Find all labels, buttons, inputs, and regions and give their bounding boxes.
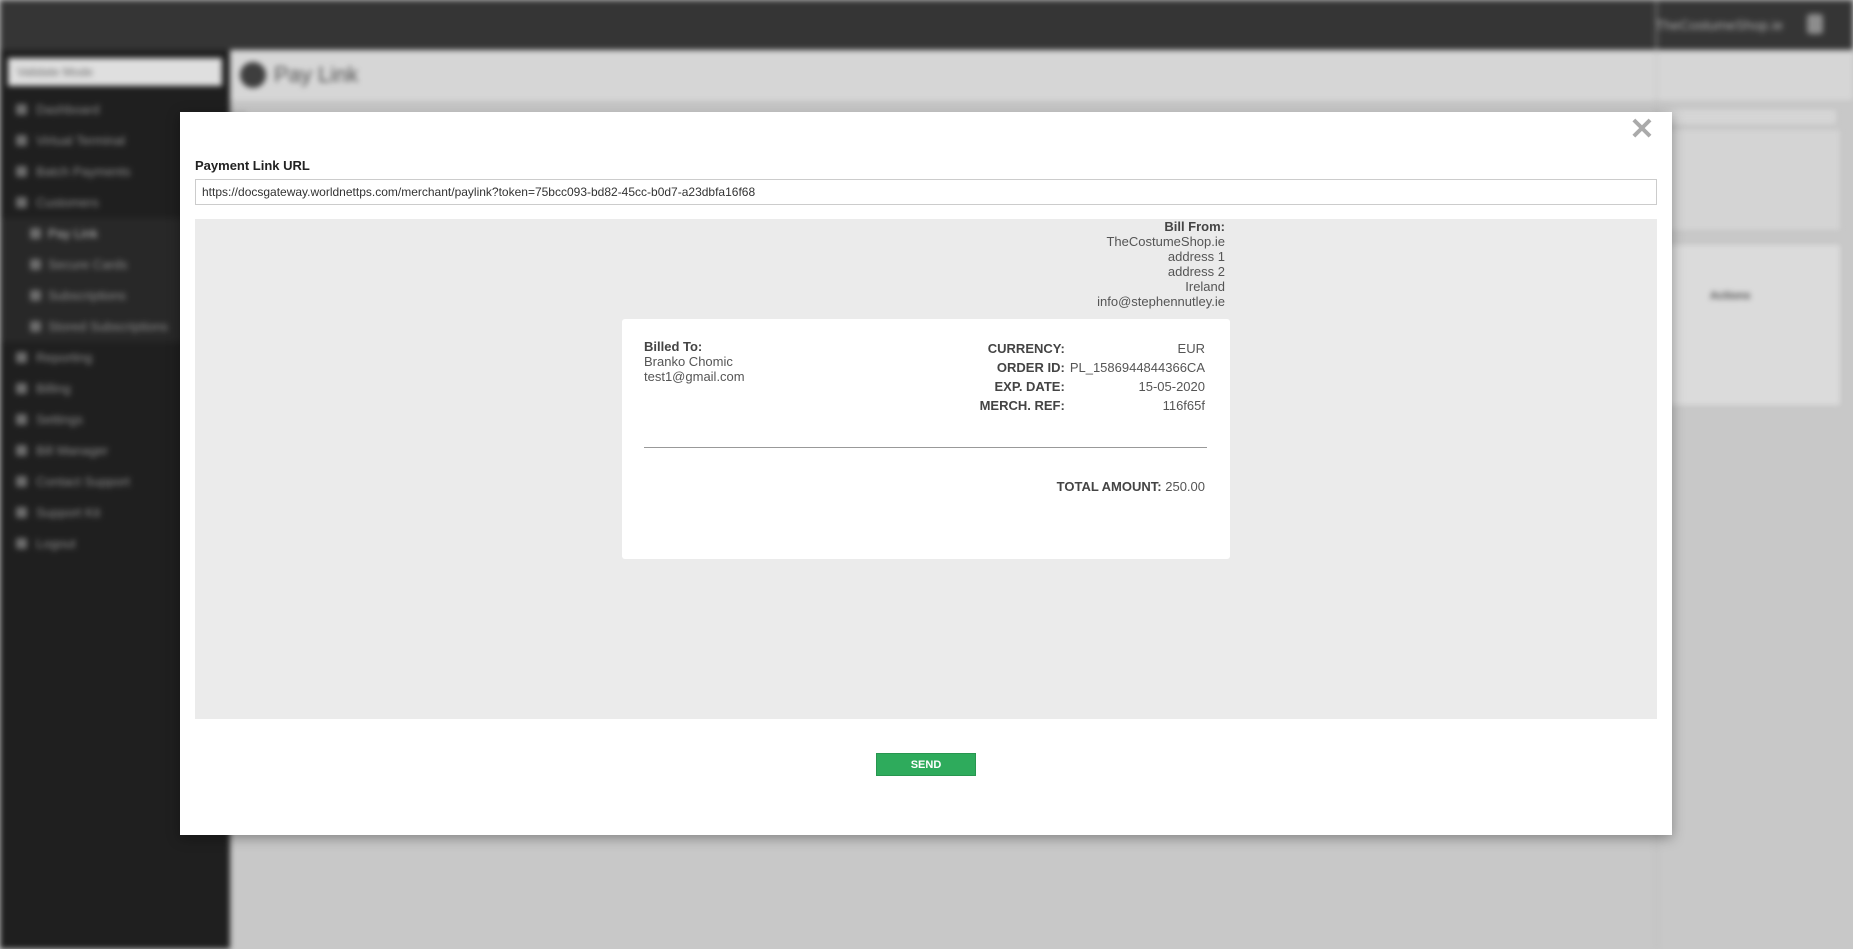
url-label: Payment Link URL <box>195 158 310 173</box>
currency-label: CURRENCY: <box>987 341 1065 356</box>
billed-to-heading: Billed To: <box>644 339 703 354</box>
payment-link-modal: ✕ Payment Link URL Bill From: TheCostume… <box>180 112 1672 835</box>
invoice-preview: Bill From: TheCostumeShop.ie address 1 a… <box>195 219 1657 719</box>
currency-value: EUR <box>1177 341 1205 356</box>
merch-ref-value: 116f65f <box>1162 398 1205 413</box>
billed-to-email: test1@gmail.com <box>644 369 745 384</box>
billed-to: Billed To: Branko Chomic test1@gmail.com <box>644 339 745 384</box>
exp-date-label: EXP. DATE: <box>994 379 1065 394</box>
total-label: TOTAL AMOUNT: <box>1056 479 1162 494</box>
order-id-label: ORDER ID: <box>996 360 1065 375</box>
total-amount: TOTAL AMOUNT: 250.00 <box>1057 479 1205 494</box>
invoice-card: Billed To: Branko Chomic test1@gmail.com… <box>622 319 1230 559</box>
close-icon[interactable]: ✕ <box>1629 115 1655 145</box>
bill-from-address1: address 1 <box>1167 249 1225 264</box>
total-value: 250.00 <box>1165 479 1205 494</box>
bill-from-address2: address 2 <box>1167 264 1225 279</box>
invoice-divider <box>644 447 1207 448</box>
exp-date-value: 15-05-2020 <box>1138 379 1206 394</box>
billed-to-name: Branko Chomic <box>644 354 733 369</box>
bill-from-company: TheCostumeShop.ie <box>1106 234 1225 249</box>
payment-link-url-field[interactable] <box>195 179 1657 205</box>
order-id-value: PL_1586944844366CA <box>1069 360 1205 375</box>
send-button[interactable]: SEND <box>876 753 976 776</box>
bill-from-heading: Bill From: <box>1164 219 1225 234</box>
bill-from-email: info@stephennutley.ie <box>1097 294 1225 309</box>
merch-ref-label: MERCH. REF: <box>979 398 1065 413</box>
invoice-details: CURRENCY: EUR ORDER ID: PL_1586944844366… <box>980 339 1205 415</box>
bill-from: Bill From: TheCostumeShop.ie address 1 a… <box>1097 219 1225 309</box>
bill-from-country: Ireland <box>1185 279 1225 294</box>
